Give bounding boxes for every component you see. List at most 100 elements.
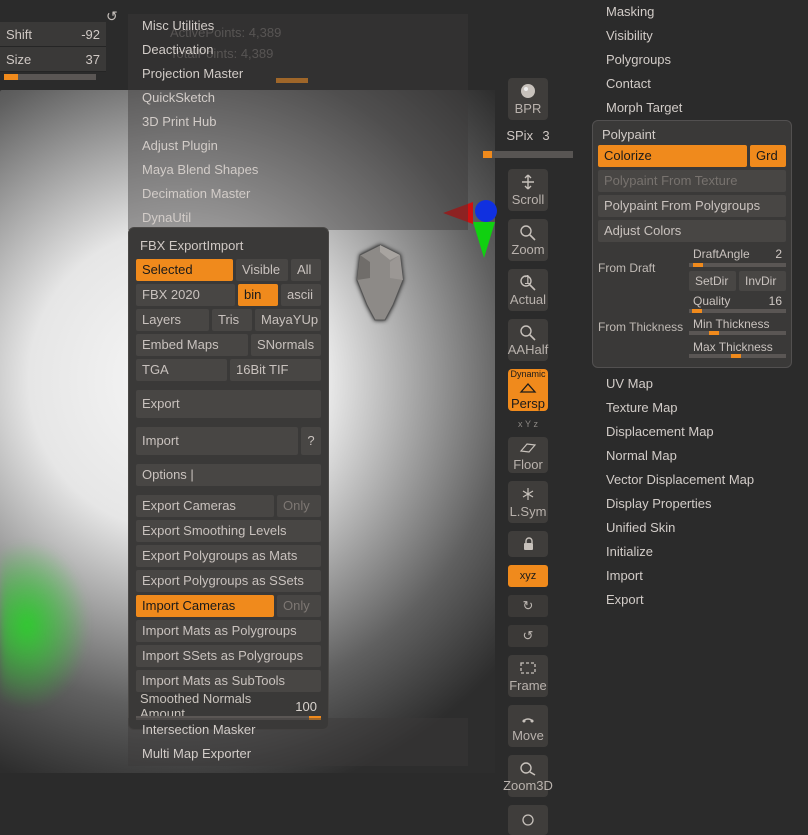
scroll-button[interactable]: Scroll	[508, 169, 548, 211]
draft-angle-slider[interactable]: DraftAngle 2	[689, 245, 786, 263]
section-normal-map[interactable]: Normal Map	[600, 444, 794, 468]
zoom-button[interactable]: Zoom	[508, 219, 548, 261]
min-thickness-slider[interactable]: Min Thickness	[689, 317, 786, 332]
fbx-tga-button[interactable]: TGA	[136, 359, 227, 381]
section-morph-target[interactable]: Morph Target	[600, 96, 794, 120]
shift-slider[interactable]: Shift -92	[0, 22, 106, 47]
plugin-quicksketch[interactable]: QuickSketch	[128, 86, 468, 110]
persp-button[interactable]: Dynamic Persp	[508, 369, 548, 411]
fbx-import-ssets-polygroups-button[interactable]: Import SSets as Polygroups	[136, 645, 321, 667]
rotate-ccw-button[interactable]: ↺	[508, 625, 548, 647]
fbx-mayayup-button[interactable]: MayaYUp	[255, 309, 321, 331]
fbx-version-select[interactable]: FBX 2020	[136, 284, 235, 306]
section-visibility[interactable]: Visibility	[600, 24, 794, 48]
fbx-import-cameras-button[interactable]: Import Cameras	[136, 595, 274, 617]
lsym-button[interactable]: L.Sym	[508, 481, 548, 523]
fbx-import-button[interactable]: Import	[136, 427, 298, 455]
fbx-export-import-panel: FBX ExportImport Selected Visible All FB…	[128, 227, 329, 730]
plugin-adjust-plugin[interactable]: Adjust Plugin	[128, 134, 468, 158]
polypaint-panel: Polypaint Colorize Grd Polypaint From Te…	[592, 120, 792, 368]
lock-button[interactable]	[508, 531, 548, 557]
fbx-help-button[interactable]: ?	[301, 427, 321, 455]
fbx-import-mats-subtools-button[interactable]: Import Mats as SubTools	[136, 670, 321, 692]
fbx-16bit-tif-button[interactable]: 16Bit TIF	[230, 359, 321, 381]
fbx-tris-button[interactable]: Tris	[212, 309, 252, 331]
plugin-deactivation[interactable]: Deactivation	[128, 38, 468, 62]
plugin-misc-utilities[interactable]: Misc Utilities	[128, 14, 468, 38]
section-unified-skin[interactable]: Unified Skin	[600, 516, 794, 540]
tool-icon	[518, 811, 538, 829]
fbx-visible-button[interactable]: Visible	[236, 259, 288, 281]
actual-icon: 1	[518, 273, 538, 291]
actual-button[interactable]: 1 Actual	[508, 269, 548, 311]
colorize-button[interactable]: Colorize	[598, 145, 747, 167]
section-display-properties[interactable]: Display Properties	[600, 492, 794, 516]
from-draft-button[interactable]: From Draft	[598, 245, 686, 291]
fbx-options-button[interactable]: Options |	[136, 464, 321, 486]
floor-icon	[518, 438, 538, 456]
zoom3d-button[interactable]: Zoom3D	[508, 755, 548, 797]
fbx-export-cameras-only-button[interactable]: Only	[277, 495, 321, 517]
plugin-intersection-masker[interactable]: Intersection Masker	[128, 718, 468, 742]
aahalf-button[interactable]: AAHalf	[508, 319, 548, 361]
max-thickness-slider[interactable]: Max Thickness	[689, 339, 786, 354]
mesh-preview[interactable]	[345, 240, 415, 325]
move-button[interactable]: Move	[508, 705, 548, 747]
plugin-multi-map-exporter[interactable]: Multi Map Exporter	[128, 742, 468, 766]
size-value: 37	[86, 52, 100, 67]
fbx-panel-title[interactable]: FBX ExportImport	[136, 235, 321, 259]
plugin-3d-print-hub[interactable]: 3D Print Hub	[128, 110, 468, 134]
fbx-export-polygroups-mats-button[interactable]: Export Polygroups as Mats	[136, 545, 321, 567]
section-export[interactable]: Export	[600, 588, 794, 612]
polypaint-from-texture-button[interactable]: Polypaint From Texture	[598, 170, 786, 192]
from-thickness-button[interactable]: From Thickness	[598, 294, 686, 360]
invdir-button[interactable]: InvDir	[739, 271, 786, 291]
size-slider[interactable]: Size 37	[0, 47, 106, 72]
bpr-button[interactable]: BPR	[508, 78, 548, 120]
fbx-export-smoothing-levels-button[interactable]: Export Smoothing Levels	[136, 520, 321, 542]
fbx-smoothed-normals-slider[interactable]: Smoothed Normals Amount 100	[136, 695, 321, 717]
fbx-bin-button[interactable]: bin	[238, 284, 278, 306]
fbx-layers-button[interactable]: Layers	[136, 309, 209, 331]
fbx-embed-maps-button[interactable]: Embed Maps	[136, 334, 248, 356]
fbx-export-polygroups-ssets-button[interactable]: Export Polygroups as SSets	[136, 570, 321, 592]
xyz-button[interactable]: xyz	[508, 565, 548, 587]
quality-slider[interactable]: Quality 16	[689, 294, 786, 309]
section-initialize[interactable]: Initialize	[600, 540, 794, 564]
section-uv-map[interactable]: UV Map	[600, 372, 794, 396]
polypaint-from-polygroups-button[interactable]: Polypaint From Polygroups	[598, 195, 786, 217]
adjust-colors-button[interactable]: Adjust Colors	[598, 220, 786, 242]
scroll-icon	[518, 173, 538, 191]
fbx-ascii-button[interactable]: ascii	[281, 284, 321, 306]
fbx-export-cameras-button[interactable]: Export Cameras	[136, 495, 274, 517]
fbx-selected-button[interactable]: Selected	[136, 259, 233, 281]
polypaint-title[interactable]: Polypaint	[598, 125, 786, 145]
fbx-import-mats-polygroups-button[interactable]: Import Mats as Polygroups	[136, 620, 321, 642]
section-vector-displacement-map[interactable]: Vector Displacement Map	[600, 468, 794, 492]
grd-button[interactable]: Grd	[750, 145, 786, 167]
persp-icon	[518, 380, 538, 395]
section-import[interactable]: Import	[600, 564, 794, 588]
spix-slider[interactable]: SPix 3	[506, 128, 549, 143]
plugin-decimation-master[interactable]: Decimation Master	[128, 182, 468, 206]
rotate-cw-button[interactable]: ↻	[508, 595, 548, 617]
undo-icon[interactable]: ↻	[106, 8, 118, 25]
section-masking[interactable]: Masking	[600, 0, 794, 24]
setdir-button[interactable]: SetDir	[689, 271, 736, 291]
section-polygroups[interactable]: Polygroups	[600, 48, 794, 72]
section-texture-map[interactable]: Texture Map	[600, 396, 794, 420]
aahalf-icon	[518, 323, 538, 341]
fbx-all-button[interactable]: All	[291, 259, 321, 281]
spix-bar	[483, 151, 573, 158]
fbx-export-button[interactable]: Export	[136, 390, 321, 418]
floor-button[interactable]: Floor	[508, 437, 548, 473]
plugin-projection-master[interactable]: Projection Master	[128, 62, 468, 86]
fbx-snormals-button[interactable]: SNormals	[251, 334, 321, 356]
move-icon	[518, 709, 538, 727]
frame-button[interactable]: Frame	[508, 655, 548, 697]
fbx-import-cameras-only-button[interactable]: Only	[277, 595, 321, 617]
plugin-maya-blend-shapes[interactable]: Maya Blend Shapes	[128, 158, 468, 182]
extra-button[interactable]	[508, 805, 548, 835]
section-displacement-map[interactable]: Displacement Map	[600, 420, 794, 444]
section-contact[interactable]: Contact	[600, 72, 794, 96]
